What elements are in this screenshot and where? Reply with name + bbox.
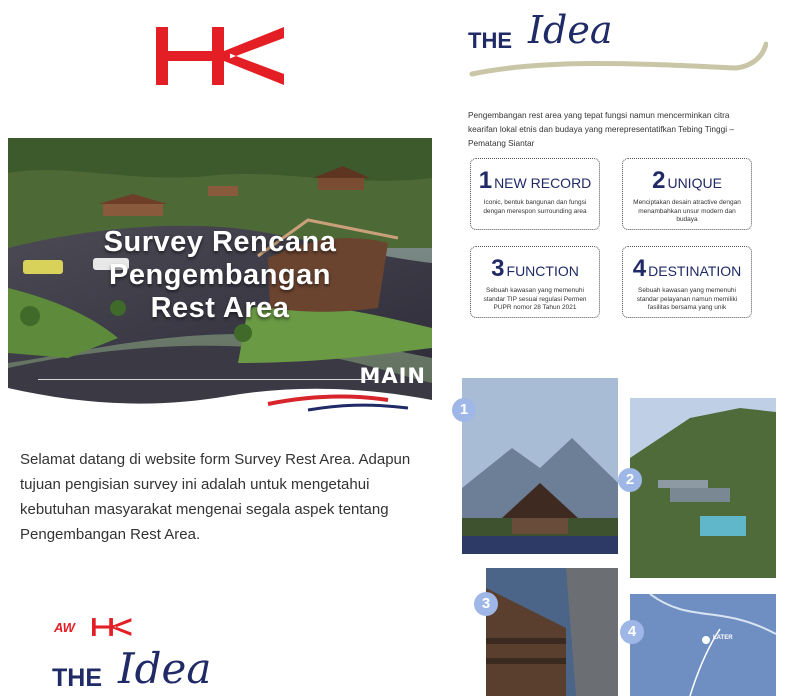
card-title: UNIQUE bbox=[667, 175, 722, 191]
card-description: Sebuah kawasan yang memenuhi standar TIP… bbox=[483, 287, 587, 311]
aw-logo: AW bbox=[54, 620, 75, 635]
card-number: 3 bbox=[491, 255, 505, 282]
card-description: Menciptakan desain atractive dengan mena… bbox=[633, 199, 741, 223]
card-number: 4 bbox=[632, 255, 647, 282]
hero-title-line2: Pengembangan bbox=[109, 259, 331, 291]
hero-divider bbox=[38, 379, 376, 380]
card-new-record: 1 NEW RECORD Iconic, bentuk bangunan dan… bbox=[470, 158, 600, 230]
photo-badge-4: 4 bbox=[620, 620, 644, 644]
idea-heading-left: THE Idea bbox=[52, 644, 252, 696]
welcome-text: Selamat datang di website form Survey Re… bbox=[20, 451, 411, 543]
photo-badge-3: 3 bbox=[474, 592, 498, 616]
hero-title-line1: Survey Rencana bbox=[103, 226, 337, 258]
right-panel: THE Idea Pengembangan rest area yang tep… bbox=[444, 0, 786, 696]
photo-map: LATER bbox=[630, 594, 776, 696]
card-description: Sebuah kawasan yang memenuhi standar pel… bbox=[636, 287, 738, 311]
hero-banner: Survey Rencana Pengembangan Rest Area MA… bbox=[8, 138, 432, 420]
photo-timber-structure bbox=[486, 568, 618, 696]
card-title: DESTINATION bbox=[648, 263, 742, 279]
photo-mountain-rest-area bbox=[462, 378, 618, 554]
card-destination: 4 DESTINATION Sebuah kawasan yang memenu… bbox=[622, 246, 752, 318]
decorative-swoosh bbox=[469, 41, 768, 77]
photo-badge-1: 1 bbox=[452, 398, 476, 422]
card-description: Iconic, bentuk bangunan dan fungsi denga… bbox=[483, 199, 587, 215]
card-number: 2 bbox=[652, 167, 666, 194]
card-title: NEW RECORD bbox=[494, 175, 592, 191]
photo-badge-2: 2 bbox=[618, 468, 642, 492]
card-function: 3 FUNCTION Sebuah kawasan yang memenuhi … bbox=[470, 246, 600, 318]
hk-logo bbox=[156, 27, 284, 85]
card-title: FUNCTION bbox=[506, 263, 579, 279]
hero-title: Survey Rencana Pengembangan Rest Area bbox=[8, 226, 432, 325]
hero-main-label: MAIN bbox=[359, 364, 426, 388]
idea-heading-right: THE Idea bbox=[468, 6, 768, 86]
photo-hillside-building bbox=[630, 398, 776, 578]
hk-logo-small bbox=[92, 618, 132, 636]
map-label: LATER bbox=[713, 635, 733, 641]
left-panel: Survey Rencana Pengembangan Rest Area MA… bbox=[0, 0, 440, 696]
card-unique: 2 UNIQUE Menciptakan desain atractive de… bbox=[622, 158, 752, 230]
card-number: 1 bbox=[478, 167, 493, 194]
hero-title-line3: Rest Area bbox=[150, 292, 290, 324]
idea-script: Idea bbox=[118, 644, 212, 693]
idea-the: THE bbox=[52, 664, 102, 692]
intro-text: Pengembangan rest area yang tepat fungsi… bbox=[468, 110, 734, 148]
